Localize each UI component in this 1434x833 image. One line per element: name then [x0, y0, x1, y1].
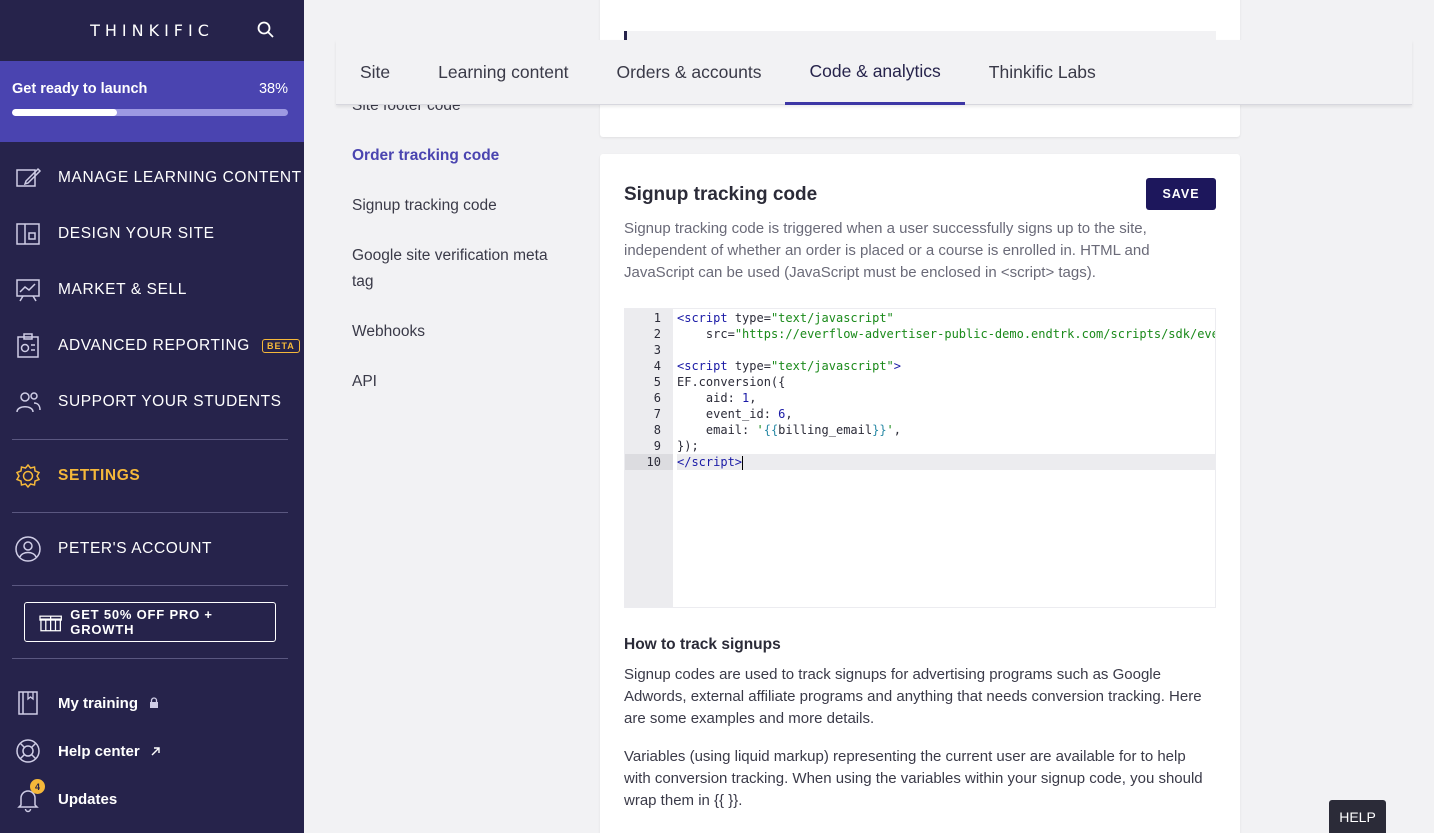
nav-manage-learning-content[interactable]: MANAGE LEARNING CONTENT	[0, 150, 304, 206]
code-line: });	[677, 439, 699, 453]
how-to-heading: How to track signups	[624, 636, 781, 653]
sidebar: THINKIFIC Get ready to launch 38% MANAGE…	[0, 0, 304, 833]
nav-label: MARKET & SELL	[58, 281, 187, 298]
nav-my-training[interactable]: My training	[0, 679, 304, 727]
launch-label: Get ready to launch	[12, 81, 148, 97]
subnav-signup-tracking-code[interactable]: Signup tracking code	[352, 193, 552, 219]
logo-row: THINKIFIC	[0, 0, 304, 61]
beta-badge: BETA	[261, 339, 300, 353]
nav-updates[interactable]: 4 Updates	[0, 775, 304, 823]
how-to-paragraph: Signup codes are used to track signups f…	[624, 666, 1202, 727]
tab-orders-accounts[interactable]: Orders & accounts	[593, 40, 786, 105]
nav-label: ADVANCED REPORTING	[58, 337, 250, 354]
line-number: 8	[653, 423, 661, 437]
subnav-webhooks[interactable]: Webhooks	[352, 319, 552, 345]
gift-icon	[39, 615, 62, 632]
pencil-square-icon	[16, 167, 42, 187]
line-number: 7	[653, 407, 661, 421]
code-line: <script type="text/javascript"	[677, 311, 894, 325]
code-line: </script>	[677, 454, 1215, 470]
line-number: 4	[653, 359, 661, 373]
code-line: email: '{{billing_email}}',	[677, 423, 902, 437]
nav-label: Help center	[58, 742, 140, 760]
launch-progress-panel[interactable]: Get ready to launch 38%	[0, 61, 304, 142]
line-number: 1	[653, 311, 661, 325]
variables-paragraph: Variables (using liquid markup) represen…	[624, 748, 1203, 809]
line-number: 6	[653, 391, 661, 405]
launch-progress-bar	[12, 109, 288, 116]
code-line: aid: 1,	[677, 391, 757, 405]
nav-advanced-reporting[interactable]: ADVANCED REPORTING BETA	[0, 318, 304, 374]
line-number: 3	[653, 343, 661, 357]
launch-percent: 38%	[258, 81, 288, 97]
subnav-google-verification[interactable]: Google site verification meta tag	[352, 243, 552, 295]
report-icon	[17, 333, 39, 358]
nav-label: MANAGE LEARNING CONTENT	[58, 169, 302, 186]
code-line: event_id: 6,	[677, 407, 793, 421]
subnav-api[interactable]: API	[352, 369, 552, 395]
lifebuoy-icon	[16, 739, 40, 763]
layout-icon	[16, 223, 40, 245]
code-line: <script type="text/javascript">	[677, 359, 902, 373]
line-number: 2	[653, 327, 661, 341]
save-button[interactable]: SAVE	[1146, 178, 1216, 210]
card-title: Signup tracking code	[624, 184, 818, 205]
text-caret	[742, 455, 744, 470]
line-number: 10	[625, 454, 673, 470]
nav-label: SUPPORT YOUR STUDENTS	[58, 393, 282, 410]
lock-icon	[150, 697, 159, 708]
code-editor[interactable]: 1 2 3 4 5 6 7 8 9 10 <script type="text/…	[624, 308, 1216, 608]
user-circle-icon	[15, 536, 41, 562]
line-number: 9	[653, 439, 661, 453]
tab-learning-content[interactable]: Learning content	[414, 40, 592, 105]
code-line: src="https://everflow-advertiser-public-…	[705, 327, 1215, 341]
chart-board-icon	[16, 279, 40, 302]
tab-site[interactable]: Site	[336, 40, 414, 105]
promo-label: GET 50% OFF PRO + GROWTH	[70, 607, 213, 637]
promo-button[interactable]: GET 50% OFF PRO + GROWTH	[24, 602, 276, 642]
thinkific-logo[interactable]: THINKIFIC	[90, 21, 214, 40]
sidebar-divider	[12, 585, 288, 586]
nav-market-and-sell[interactable]: MARKET & SELL	[0, 262, 304, 318]
nav-label: PETER'S ACCOUNT	[58, 540, 213, 557]
nav-design-your-site[interactable]: DESIGN YOUR SITE	[0, 206, 304, 262]
nav-help-center[interactable]: Help center	[0, 727, 304, 775]
settings-tabs: Site Learning content Orders & accounts …	[336, 40, 1412, 105]
main-nav: MANAGE LEARNING CONTENT DESIGN YOUR SITE…	[0, 142, 304, 823]
help-button[interactable]: HELP	[1329, 800, 1386, 833]
nav-label: SETTINGS	[58, 467, 141, 484]
tab-code-analytics[interactable]: Code & analytics	[785, 40, 965, 105]
code-line: EF.conversion({	[677, 375, 786, 389]
tab-thinkific-labs[interactable]: Thinkific Labs	[965, 40, 1120, 105]
card-description: Signup tracking code is triggered when a…	[624, 220, 1150, 281]
nav-label: My training	[58, 694, 139, 712]
nav-label: DESIGN YOUR SITE	[58, 225, 215, 242]
subnav-order-tracking-code[interactable]: Order tracking code	[352, 143, 552, 169]
code-content[interactable]: <script type="text/javascript" src="http…	[673, 309, 1215, 607]
gear-icon	[15, 463, 41, 489]
line-number-gutter: 1 2 3 4 5 6 7 8 9 10	[625, 309, 673, 607]
launch-progress-fill	[12, 109, 117, 116]
search-icon[interactable]	[256, 20, 276, 40]
bell-wrapper: 4	[14, 779, 45, 813]
nav-settings[interactable]: SETTINGS	[0, 440, 304, 512]
signup-tracking-card: Signup tracking code SAVE Signup trackin…	[600, 154, 1240, 833]
people-icon	[16, 392, 41, 413]
nav-label: Updates	[58, 790, 118, 808]
updates-count-badge: 4	[30, 779, 45, 794]
book-icon	[18, 691, 38, 715]
line-number: 5	[653, 375, 661, 389]
nav-account[interactable]: PETER'S ACCOUNT	[0, 513, 304, 585]
external-link-icon	[151, 747, 160, 756]
nav-support-your-students[interactable]: SUPPORT YOUR STUDENTS	[0, 374, 304, 430]
